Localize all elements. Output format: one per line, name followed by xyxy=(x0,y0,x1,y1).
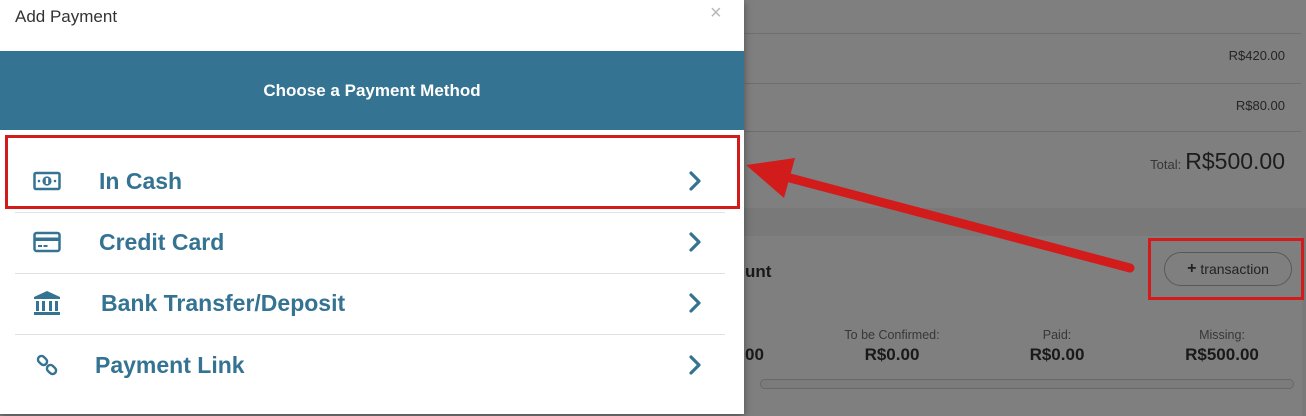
payment-method-label: In Cash xyxy=(99,168,183,194)
chevron-right-icon xyxy=(683,353,707,377)
payment-method-banner: Choose a Payment Method xyxy=(0,51,744,130)
modal-title: Add Payment xyxy=(15,7,118,26)
payment-method-link[interactable]: Payment Link xyxy=(15,335,725,395)
chevron-right-icon xyxy=(683,291,707,315)
cash-icon xyxy=(33,169,61,193)
payment-method-bank-transfer[interactable]: Bank Transfer/Deposit xyxy=(15,273,725,333)
payment-method-label: Credit Card xyxy=(99,229,225,255)
payment-method-credit-card[interactable]: Credit Card xyxy=(15,212,725,272)
chevron-right-icon xyxy=(683,169,707,193)
payment-method-label: Payment Link xyxy=(95,352,245,378)
add-payment-modal: Add Payment × Choose a Payment Method In… xyxy=(0,0,744,414)
chevron-right-icon xyxy=(683,230,707,254)
credit-card-icon xyxy=(33,230,61,254)
link-icon xyxy=(33,353,61,377)
payment-method-label: Bank Transfer/Deposit xyxy=(101,290,346,316)
payment-method-cash[interactable]: In Cash xyxy=(15,151,725,211)
close-icon[interactable]: × xyxy=(710,2,722,25)
bank-icon xyxy=(33,291,61,315)
